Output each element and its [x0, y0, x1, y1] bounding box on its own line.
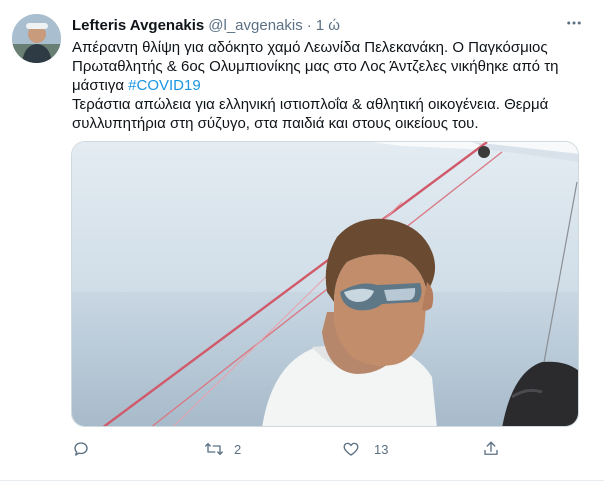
share-button[interactable]: [482, 438, 510, 460]
author-name[interactable]: Lefteris Avgenakis: [72, 17, 204, 34]
reply-button[interactable]: [72, 438, 100, 460]
sailor-photo: [72, 142, 578, 426]
avatar-image: [12, 14, 61, 63]
avatar[interactable]: [12, 14, 61, 63]
more-icon: [565, 14, 583, 37]
like-icon: [342, 440, 360, 458]
retweet-button[interactable]: 2: [204, 438, 241, 460]
tweet-paragraph-1: Απέραντη θλίψη για αδόκητο χαμό Λεωνίδα …: [72, 38, 592, 95]
like-count: 13: [374, 441, 389, 457]
retweet-count: 2: [234, 441, 242, 457]
like-button[interactable]: 13: [342, 438, 388, 460]
tweet[interactable]: Lefteris Avgenakis @l_avgenakis · 1 ώ Απ…: [0, 0, 604, 481]
tweet-header: Lefteris Avgenakis @l_avgenakis · 1 ώ: [72, 15, 340, 35]
separator-dot: ·: [306, 16, 312, 34]
share-icon: [482, 440, 500, 458]
tweet-photo[interactable]: [71, 141, 579, 427]
retweet-icon: [204, 440, 224, 458]
tweet-actions: 2 13: [72, 438, 512, 460]
tweet-paragraph-2: Τεράστια απώλεια για ελληνική ιστιοπλοΐα…: [72, 96, 549, 132]
hashtag-link[interactable]: #COVID19: [128, 77, 201, 94]
tweet-text: Απέραντη θλίψη για αδόκητο χαμό Λεωνίδα …: [72, 38, 592, 133]
author-handle[interactable]: @l_avgenakis: [208, 17, 302, 34]
reply-icon: [72, 440, 90, 458]
more-button[interactable]: [563, 14, 585, 36]
tweet-timestamp[interactable]: 1 ώ: [316, 17, 340, 34]
